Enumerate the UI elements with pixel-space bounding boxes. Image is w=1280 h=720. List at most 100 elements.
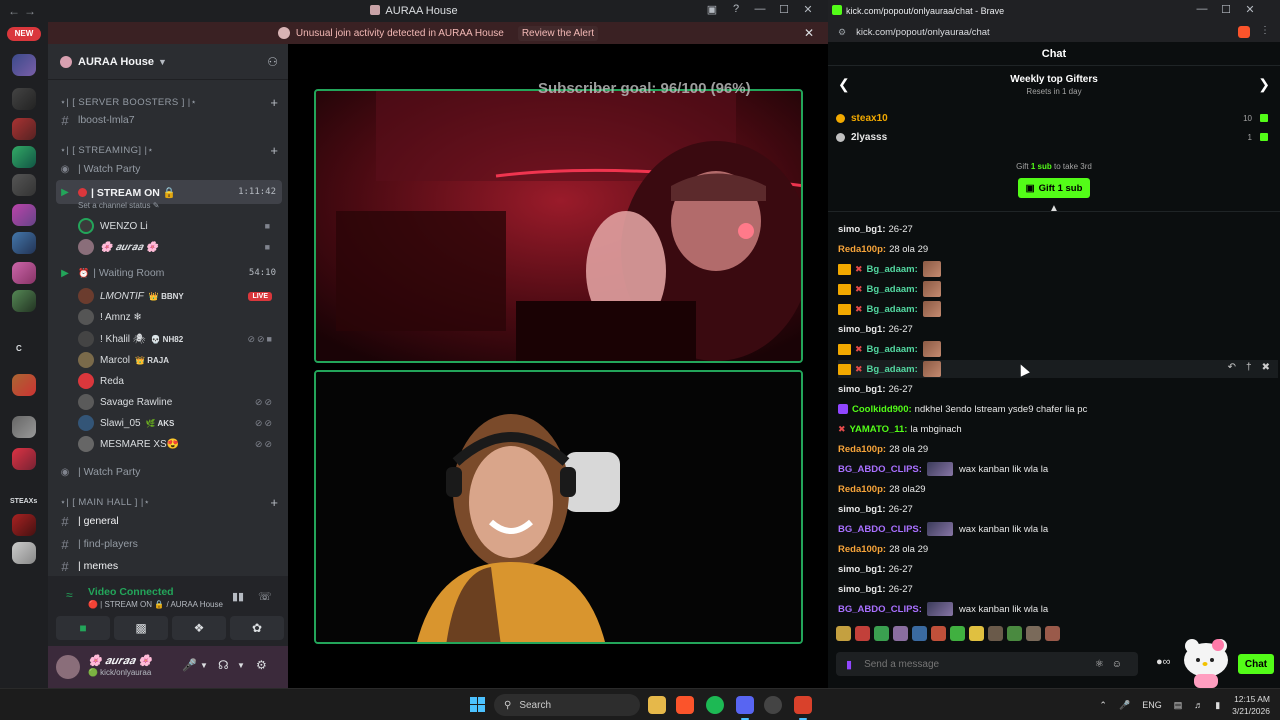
chat-username[interactable]: simo_bg1: [838,324,886,335]
gifter-row[interactable]: steax10 10 [836,110,1272,126]
server-icon[interactable] [12,514,36,536]
activities-button[interactable]: ❖ [172,616,226,640]
taskbar-search[interactable]: ⚲ Search [494,694,640,716]
server-icon[interactable] [12,448,36,470]
chat-username[interactable]: simo_bg1: [838,384,886,395]
noise-suppression-icon[interactable]: ▮▮ [232,590,244,603]
chat-username[interactable]: simo_bg1: [838,224,886,235]
minimize-button[interactable]: — [748,3,772,16]
soundboard-button[interactable]: ✿ [230,616,284,640]
chat-message[interactable]: simo_bg1: 26-27 [838,500,1278,518]
channel-memes[interactable]: # | memes [56,556,282,576]
chat-username[interactable]: Bg_adaam: [867,344,918,355]
brave-window-icon[interactable] [794,696,812,720]
volume-icon[interactable]: ♬ [1194,700,1203,710]
server-icon[interactable] [12,204,36,226]
voice-user[interactable]: ! Khalil 🕷 💀 NH82 ⊘⊘■ [78,329,282,349]
brave-browser-icon[interactable] [676,696,694,714]
chat-message[interactable]: Reda100p: 28 ola29 [838,480,1278,498]
chat-message[interactable]: ✖ Bg_adaam: [838,260,1278,278]
voice-channel-path[interactable]: 🔴 | STREAM ON 🔒 / AURAA House [88,600,223,609]
plus-icon[interactable]: + [270,95,278,110]
maximize-button[interactable]: ☐ [1214,3,1238,16]
voice-status[interactable]: Video Connected [88,586,174,598]
close-button[interactable]: ✕ [796,3,820,16]
voice-user[interactable]: Reda [78,371,282,391]
chrome-icon[interactable] [764,696,782,714]
chat-message[interactable]: ✖ Bg_adaam: ↶ † ✖ [838,360,1278,378]
voice-user[interactable]: LMONTIF 👑 BBNY LIVE [78,286,282,306]
start-button[interactable] [470,697,486,713]
channel-general[interactable]: # | general [56,511,282,531]
gear-icon[interactable]: ⚙ [256,658,267,672]
channel-watch-party[interactable]: ◉ | Watch Party [56,159,282,179]
chat-username[interactable]: Reda100p: [838,444,886,455]
chat-send-button[interactable]: Chat [1238,654,1274,674]
chat-message[interactable]: ✖ Bg_adaam: [838,280,1278,298]
emote[interactable] [893,626,908,641]
plus-icon[interactable]: + [270,495,278,510]
server-icon[interactable] [12,118,36,140]
server-letter[interactable]: C [16,344,22,353]
reply-icon[interactable]: ↶ [1228,362,1236,373]
chat-message[interactable]: Reda100p: 28 ola 29 [838,440,1278,458]
voice-user[interactable]: Marcol 👑 RAJA [78,350,282,370]
chat-message[interactable]: ✖ Bg_adaam: [838,300,1278,318]
inbox-icon[interactable]: ▣ [700,3,724,16]
channel-find-players[interactable]: # | find-players [56,534,282,554]
chat-message[interactable]: simo_bg1: 26-27 [838,580,1278,598]
chat-username[interactable]: simo_bg1: [838,564,886,575]
chat-message[interactable]: simo_bg1: 26-27 [838,380,1278,398]
server-icon[interactable] [12,88,36,110]
server-icon[interactable] [12,54,36,76]
battery-icon[interactable]: ▮ [1215,700,1220,711]
server-icon[interactable] [12,232,36,254]
chat-username[interactable]: Bg_adaam: [867,364,918,375]
spotify-icon[interactable] [706,696,724,714]
chat-message[interactable]: BG_ABDO_CLIPS: wax kanban lik wla la [838,600,1278,618]
discord-icon[interactable] [736,696,754,720]
category-streaming[interactable]: ⋆| [ STREAMING] |⋆ + [56,140,282,160]
chat-message[interactable]: BG_ABDO_CLIPS: wax kanban lik wla la [838,460,1278,478]
address-bar[interactable]: ⚙ kick.com/popout/onlyauraa/chat ⋮ [828,22,1280,42]
pin-icon[interactable]: † [1246,362,1252,373]
voice-user[interactable]: MESMARE XS😍 ⊘⊘ [78,434,282,454]
chevron-down-icon[interactable]: ▼ [237,661,245,670]
voice-user[interactable]: WENZO Li ■ [78,216,282,236]
chat-username[interactable]: simo_bg1: [838,584,886,595]
chat-username[interactable]: Bg_adaam: [867,304,918,315]
emote[interactable] [836,626,851,641]
brave-shield-icon[interactable] [1238,26,1250,38]
chat-message[interactable]: Reda100p: 28 ola 29 [838,240,1278,258]
gift-sub-button[interactable]: ▣ Gift 1 sub [1018,178,1090,198]
server-icon[interactable] [12,416,36,438]
microphone-icon[interactable]: 🎤 [1119,700,1130,711]
channel-waiting-room[interactable]: ▶ ⏰ | Waiting Room 54:10 [56,263,282,283]
clock[interactable]: 12:15 AM 3/21/2026 [1232,693,1270,717]
invite-icon[interactable]: ⚇ [267,55,278,69]
chevron-down-icon[interactable]: ▼ [200,661,208,670]
minimize-button[interactable]: — [1190,3,1214,16]
chat-message[interactable]: Coolkidd900: ndkhel 3endo lstream ysde9 c… [838,400,1278,418]
chat-username[interactable]: BG_ABDO_CLIPS: [838,524,922,535]
emote[interactable] [1045,626,1060,641]
chat-username[interactable]: Reda100p: [838,484,886,495]
disconnect-icon[interactable]: ☏ [258,590,272,603]
chat-message[interactable]: BG_ABDO_CLIPS: wax kanban lik wla la [838,520,1278,538]
stream-tile[interactable] [314,89,803,363]
emote[interactable] [874,626,889,641]
emote[interactable] [1026,626,1041,641]
headphones-icon[interactable]: ☊ [218,658,229,672]
emote[interactable] [969,626,984,641]
chat-username[interactable]: Coolkidd900: [852,404,912,415]
help-icon[interactable]: ? [724,3,748,16]
category-boosters[interactable]: ⋆| [ SERVER BOOSTERS ] |⋆ + [56,92,282,112]
avatar[interactable] [56,655,80,679]
server-icon[interactable] [12,174,36,196]
chat-username[interactable]: Bg_adaam: [867,264,918,275]
server-header[interactable]: AURAA House ▼ ⚇ [48,44,288,80]
microphone-icon[interactable]: ▮ [846,658,852,671]
url-text[interactable]: kick.com/popout/onlyauraa/chat [856,27,990,38]
server-icon[interactable] [12,290,36,312]
chat-message[interactable]: simo_bg1: 26-27 [838,560,1278,578]
